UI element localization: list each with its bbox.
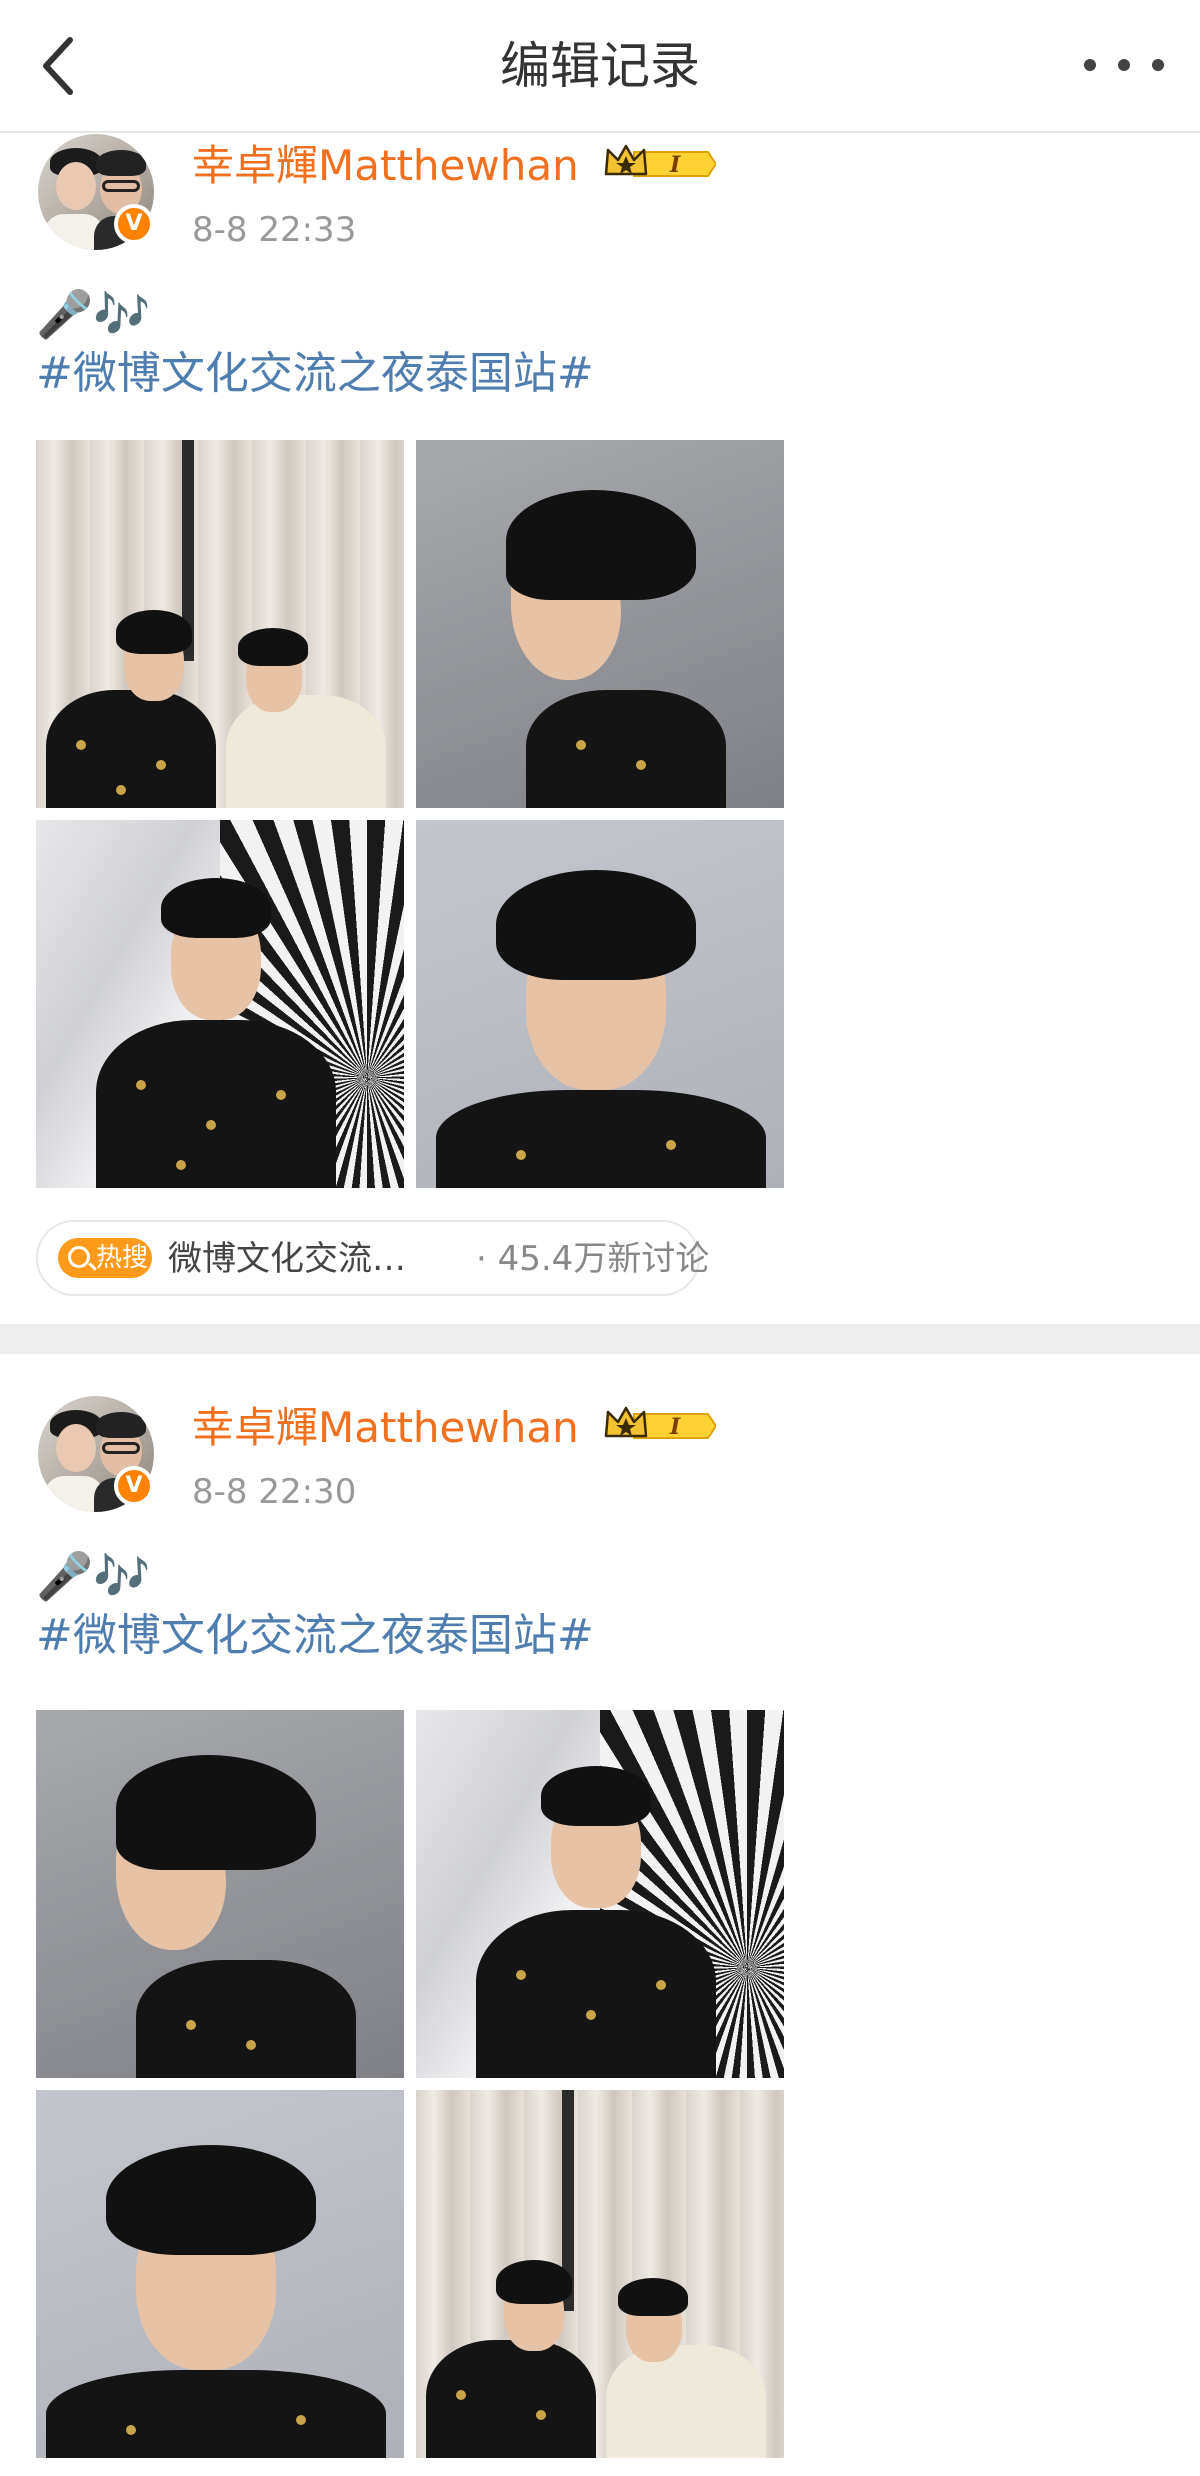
- hot-discussion-count: · 45.4万新讨论: [476, 1239, 710, 1279]
- verified-icon: V: [114, 204, 154, 244]
- post-emojis: 🎤🎶: [36, 1549, 151, 1603]
- svg-text:I: I: [669, 152, 681, 178]
- hot-search-link[interactable]: 热搜 微博文化交流… · 45.4万新讨论: [36, 1220, 709, 1296]
- vip-crown-icon[interactable]: I: [604, 144, 716, 184]
- username[interactable]: 幸卓輝Matthewhan: [192, 1400, 579, 1456]
- more-icon[interactable]: [1084, 50, 1164, 80]
- post-time: 8-8 22:33: [192, 210, 357, 250]
- post-image[interactable]: [416, 440, 784, 808]
- post-image[interactable]: [416, 820, 784, 1188]
- svg-text:I: I: [669, 1414, 681, 1440]
- post-time: 8-8 22:30: [192, 1472, 357, 1512]
- post-image[interactable]: [416, 2090, 784, 2458]
- hashtag-link[interactable]: #微博文化交流之夜泰国站#: [36, 1606, 594, 1666]
- hot-topic-text: 微博文化交流…: [168, 1239, 406, 1279]
- username[interactable]: 幸卓輝Matthewhan: [192, 138, 579, 194]
- image-grid: [36, 440, 784, 1188]
- post-image[interactable]: [36, 440, 404, 808]
- post-image[interactable]: [36, 820, 404, 1188]
- hashtag-link[interactable]: #微博文化交流之夜泰国站#: [36, 344, 594, 404]
- vip-crown-icon[interactable]: I: [604, 1406, 716, 1446]
- page-title: 编辑记录: [500, 37, 700, 95]
- verified-icon: V: [114, 1466, 154, 1506]
- top-nav-bar: 编辑记录: [0, 0, 1200, 133]
- image-grid: [36, 1710, 784, 2458]
- post-card: V 幸卓輝Matthewhan I 8-8 22:30 🎤🎶 #微博文化交流之夜…: [0, 1354, 1200, 2476]
- post-image[interactable]: [36, 2090, 404, 2458]
- post-card: V 幸卓輝Matthewhan I 8-8 22:33 🎤🎶 #微博文化交流之夜…: [0, 134, 1200, 1324]
- post-image[interactable]: [36, 1710, 404, 2078]
- hot-tag-label: 热搜: [96, 1243, 149, 1273]
- post-emojis: 🎤🎶: [36, 287, 151, 341]
- post-separator: [0, 1324, 1200, 1354]
- hot-search-icon: 热搜: [58, 1238, 152, 1278]
- post-image[interactable]: [416, 1710, 784, 2078]
